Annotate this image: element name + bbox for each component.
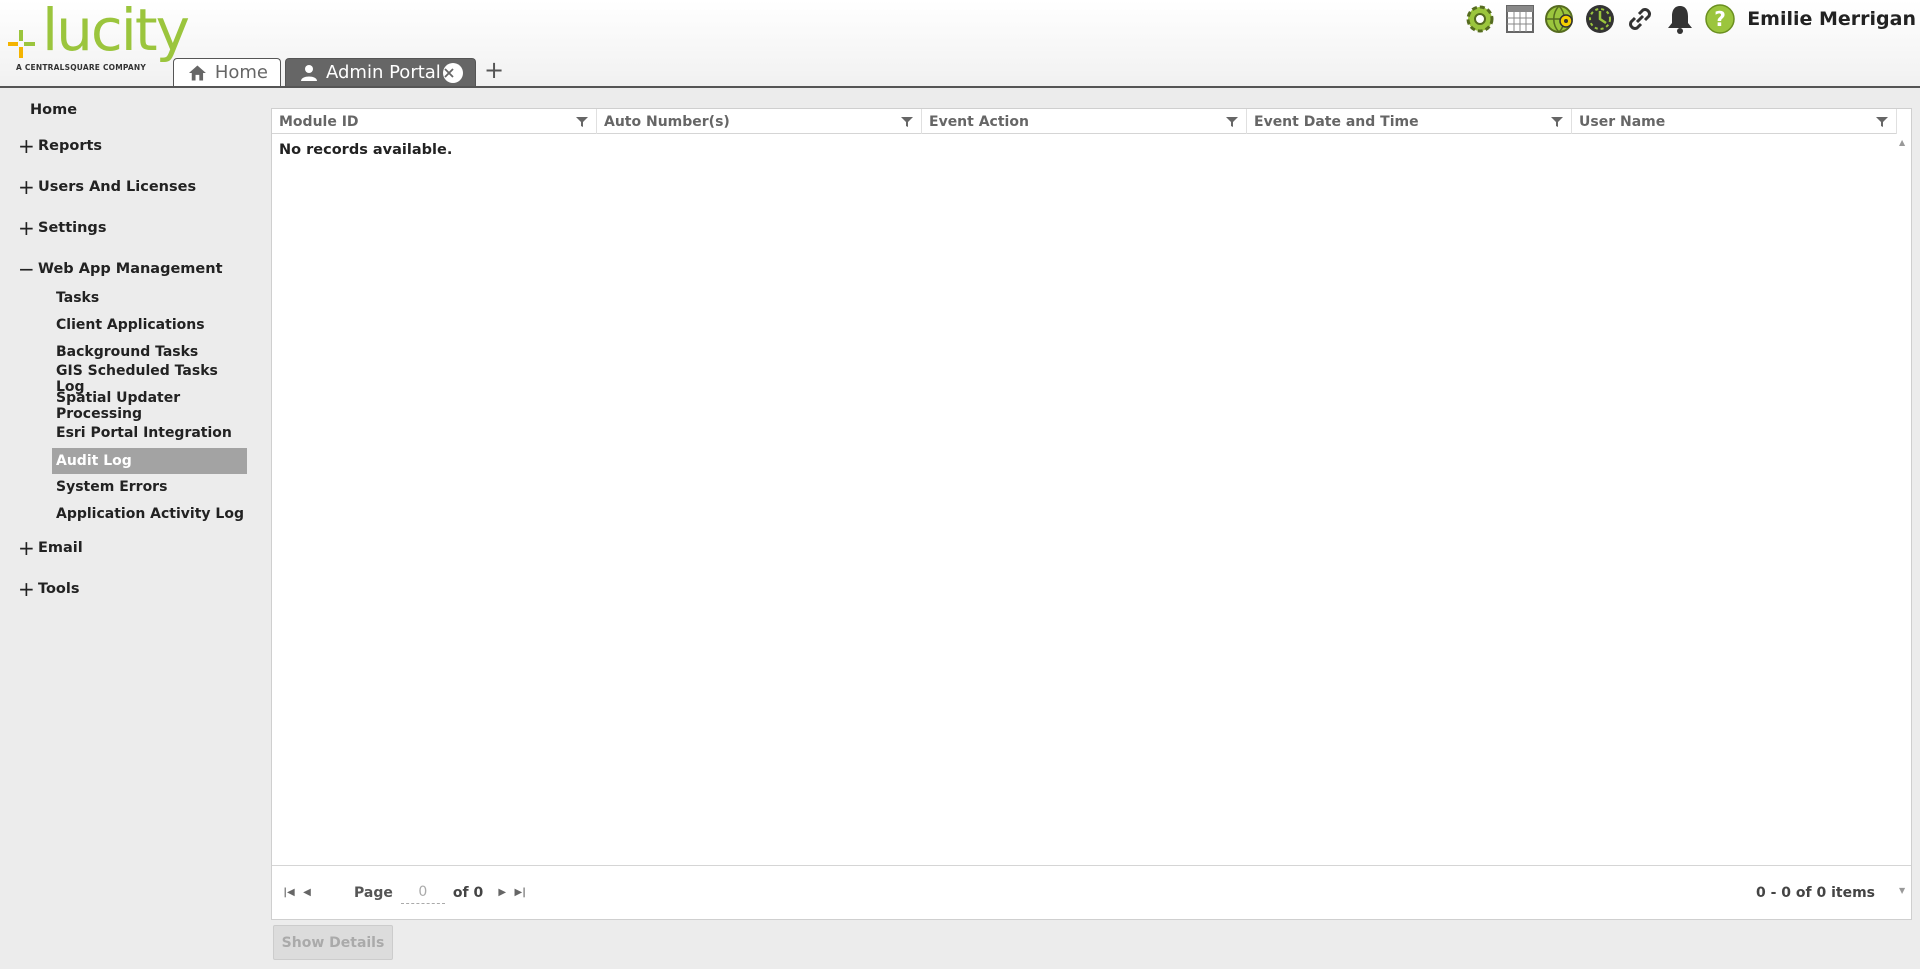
settings-gear-icon[interactable]: [1463, 2, 1497, 36]
column-label: Auto Number(s): [604, 113, 730, 130]
user-name[interactable]: Emilie Merrigan: [1747, 8, 1916, 30]
clock-icon[interactable]: [1583, 2, 1617, 36]
tab-admin-portal[interactable]: Admin Portal: [285, 58, 476, 86]
grid-pager: |◀ ◀ Page of 0 ▶ ▶| 0 - 0 of 0 items: [272, 865, 1911, 919]
logo-tagline: A CENTRALSQUARE COMPANY: [16, 63, 147, 72]
column-label: Event Date and Time: [1254, 113, 1419, 130]
filter-icon[interactable]: [576, 116, 588, 128]
next-page-icon[interactable]: ▶: [493, 887, 511, 898]
expand-plus-icon: +: [18, 536, 35, 560]
tab-admin-portal-label: Admin Portal: [326, 62, 441, 83]
pager-items-summary: 0 - 0 of 0 items: [1755, 884, 1875, 901]
column-header-user-name[interactable]: User Name: [1572, 109, 1897, 134]
logo-cross-icon: [8, 30, 35, 58]
sidebar-group-users-and-licenses[interactable]: + Users And Licenses: [18, 175, 197, 199]
help-icon[interactable]: ?: [1703, 2, 1737, 36]
sidebar-group-web-app-management[interactable]: − Web App Management: [18, 257, 223, 281]
sidebar-group-settings[interactable]: + Settings: [18, 216, 107, 240]
sidebar-item-home[interactable]: Home: [30, 102, 77, 118]
home-icon: [188, 64, 206, 81]
sidebar-group-label: Tools: [38, 581, 80, 597]
sidebar-group-label: Email: [38, 540, 83, 556]
column-header-event-action[interactable]: Event Action: [922, 109, 1247, 134]
sidebar-group-label: Web App Management: [38, 261, 223, 277]
bell-icon[interactable]: [1663, 2, 1697, 36]
user-icon: [301, 64, 317, 81]
sidebar-group-label: Users And Licenses: [38, 179, 197, 195]
close-tab-icon[interactable]: [443, 62, 463, 83]
sidebar-group-reports[interactable]: + Reports: [18, 134, 103, 158]
sidebar-item-spatial-updater-processing[interactable]: Spatial Updater Processing: [52, 390, 247, 422]
admin-sidebar: Home + Reports + Users And Licenses + Se…: [0, 88, 253, 969]
page-label: Page: [354, 884, 393, 901]
page-number-input[interactable]: [400, 881, 445, 904]
header-toolbar: ? Emilie Merrigan: [1463, 2, 1916, 36]
add-tab-button[interactable]: +: [484, 56, 504, 84]
grid-vertical-scrollbar[interactable]: ▲ ▼: [1895, 134, 1911, 969]
sidebar-item-esri-portal-integration[interactable]: Esri Portal Integration: [52, 420, 247, 446]
empty-grid-message: No records available.: [279, 142, 453, 158]
svg-text:?: ?: [1714, 7, 1726, 31]
sidebar-item-tasks[interactable]: Tasks: [52, 285, 247, 311]
column-header-module-id[interactable]: Module ID: [272, 109, 597, 134]
sidebar-item-audit-log[interactable]: Audit Log: [52, 448, 247, 474]
page-total: of 0: [452, 884, 484, 901]
expand-plus-icon: +: [18, 216, 35, 240]
previous-page-icon[interactable]: ◀: [298, 887, 316, 898]
filter-icon[interactable]: [1226, 116, 1238, 128]
sidebar-item-system-errors[interactable]: System Errors: [52, 474, 247, 500]
first-page-icon[interactable]: |◀: [280, 887, 298, 898]
column-label: Event Action: [929, 113, 1029, 130]
tab-home-label: Home: [214, 62, 268, 83]
globe-map-icon[interactable]: [1543, 2, 1577, 36]
sidebar-item-background-tasks[interactable]: Background Tasks: [52, 339, 247, 365]
calendar-grid-icon[interactable]: [1503, 2, 1537, 36]
sidebar-group-label: Settings: [38, 220, 107, 236]
expand-plus-icon: +: [18, 134, 35, 158]
logo-wordmark: lucity: [42, 0, 190, 64]
sidebar-item-client-applications[interactable]: Client Applications: [52, 312, 247, 338]
sidebar-item-application-activity-log[interactable]: Application Activity Log: [52, 501, 247, 527]
filter-icon[interactable]: [1551, 116, 1563, 128]
lucity-logo[interactable]: lucity A CENTRALSQUARE COMPANY: [6, 0, 190, 76]
column-label: Module ID: [279, 113, 359, 130]
column-label: User Name: [1579, 113, 1666, 130]
sidebar-group-tools[interactable]: + Tools: [18, 577, 80, 601]
column-header-auto-numbers[interactable]: Auto Number(s): [597, 109, 922, 134]
link-icon[interactable]: [1623, 2, 1657, 36]
filter-icon[interactable]: [1876, 116, 1888, 128]
sidebar-group-email[interactable]: + Email: [18, 536, 83, 560]
audit-log-grid: Module ID Auto Number(s) Event Action Ev…: [271, 108, 1912, 920]
last-page-icon[interactable]: ▶|: [511, 887, 529, 898]
expand-plus-icon: +: [18, 577, 35, 601]
scroll-up-arrow-icon[interactable]: ▲: [1899, 138, 1905, 147]
tab-strip: Home Admin Portal +: [173, 56, 504, 86]
show-details-button[interactable]: Show Details: [273, 925, 393, 960]
grid-header: Module ID Auto Number(s) Event Action Ev…: [272, 109, 1897, 134]
column-header-event-date-and-time[interactable]: Event Date and Time: [1247, 109, 1572, 134]
sidebar-item-gis-scheduled-tasks-log[interactable]: GIS Scheduled Tasks Log: [52, 363, 247, 395]
tab-home[interactable]: Home: [173, 58, 281, 86]
sidebar-group-label: Reports: [38, 138, 103, 154]
app-header: lucity A CENTRALSQUARE COMPANY Home Admi…: [0, 0, 1920, 88]
filter-icon[interactable]: [901, 116, 913, 128]
collapse-minus-icon: −: [18, 257, 35, 281]
expand-plus-icon: +: [18, 175, 35, 199]
